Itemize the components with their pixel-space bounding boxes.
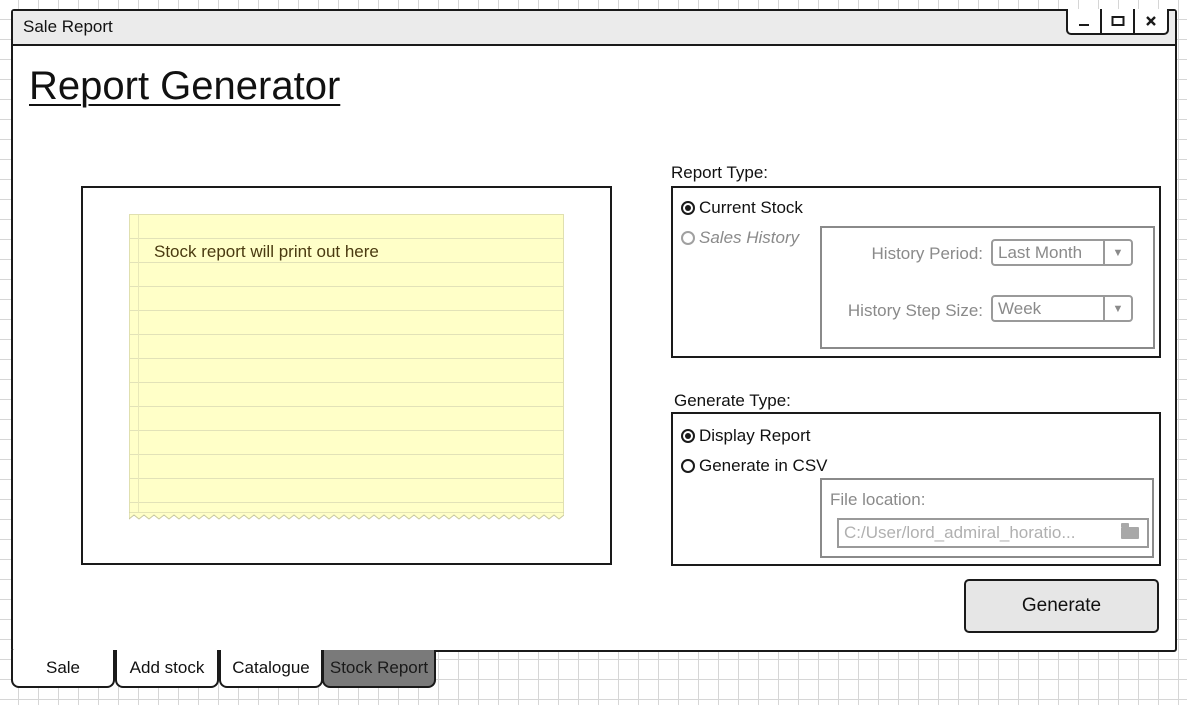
generate-button[interactable]: Generate xyxy=(964,579,1159,633)
minimize-icon[interactable] xyxy=(1068,9,1102,33)
tab-sale[interactable]: Sale xyxy=(11,650,115,688)
generate-type-group: Display Report Generate in CSV File loca… xyxy=(671,412,1161,566)
history-step-label: History Step Size: xyxy=(847,301,983,320)
chevron-down-icon[interactable]: ▼ xyxy=(1103,297,1131,320)
folder-icon[interactable] xyxy=(1121,523,1139,539)
radio-display-report[interactable]: Display Report xyxy=(681,426,811,446)
paper-torn-edge xyxy=(129,512,564,520)
radio-current-stock[interactable]: Current Stock xyxy=(681,198,803,218)
file-location-label: File location: xyxy=(830,490,926,509)
radio-generate-csv-dot[interactable] xyxy=(681,459,695,473)
report-type-label: Report Type: xyxy=(671,163,769,182)
generate-type-label: Generate Type: xyxy=(674,391,791,410)
history-step-value: Week xyxy=(998,298,1042,318)
page-title: Report Generator xyxy=(29,64,341,108)
history-step-select[interactable]: Week ▼ xyxy=(991,295,1133,322)
history-options-group: History Period: Last Month ▼ History Ste… xyxy=(820,226,1155,349)
close-icon[interactable] xyxy=(1135,9,1167,33)
paper-margin-line xyxy=(138,215,139,515)
window-title: Sale Report xyxy=(23,17,113,36)
radio-current-stock-dot[interactable] xyxy=(681,201,695,215)
radio-generate-csv[interactable]: Generate in CSV xyxy=(681,456,828,476)
radio-display-report-label: Display Report xyxy=(699,426,811,445)
report-type-group: Current Stock Sales History History Peri… xyxy=(671,186,1161,358)
history-period-select[interactable]: Last Month ▼ xyxy=(991,239,1133,266)
history-period-label: History Period: xyxy=(871,244,983,263)
preview-text: Stock report will print out here xyxy=(154,242,379,261)
chevron-down-icon[interactable]: ▼ xyxy=(1103,241,1131,264)
tab-stock-report[interactable]: Stock Report xyxy=(322,650,436,688)
radio-current-stock-label: Current Stock xyxy=(699,198,803,217)
tab-add-stock[interactable]: Add stock xyxy=(115,650,219,688)
app-window: Sale Report Report Generator Stock repor… xyxy=(11,9,1177,652)
title-bar: Sale Report xyxy=(13,9,1175,46)
radio-sales-history[interactable]: Sales History xyxy=(681,228,799,248)
report-paper: Stock report will print out here xyxy=(129,214,564,515)
maximize-icon[interactable] xyxy=(1102,9,1136,33)
window-controls xyxy=(1066,9,1169,35)
file-location-group: File location: C:/User/lord_admiral_hora… xyxy=(820,478,1154,558)
file-location-value: C:/User/lord_admiral_horatio... xyxy=(844,523,1076,542)
radio-sales-history-label: Sales History xyxy=(699,228,800,247)
tab-catalogue[interactable]: Catalogue xyxy=(219,650,323,688)
radio-generate-csv-label: Generate in CSV xyxy=(699,456,828,475)
history-period-value: Last Month xyxy=(998,242,1083,262)
radio-display-report-dot[interactable] xyxy=(681,429,695,443)
file-location-input[interactable]: C:/User/lord_admiral_horatio... xyxy=(837,518,1149,548)
radio-sales-history-dot[interactable] xyxy=(681,231,695,245)
report-preview-panel: Stock report will print out here xyxy=(81,186,612,565)
